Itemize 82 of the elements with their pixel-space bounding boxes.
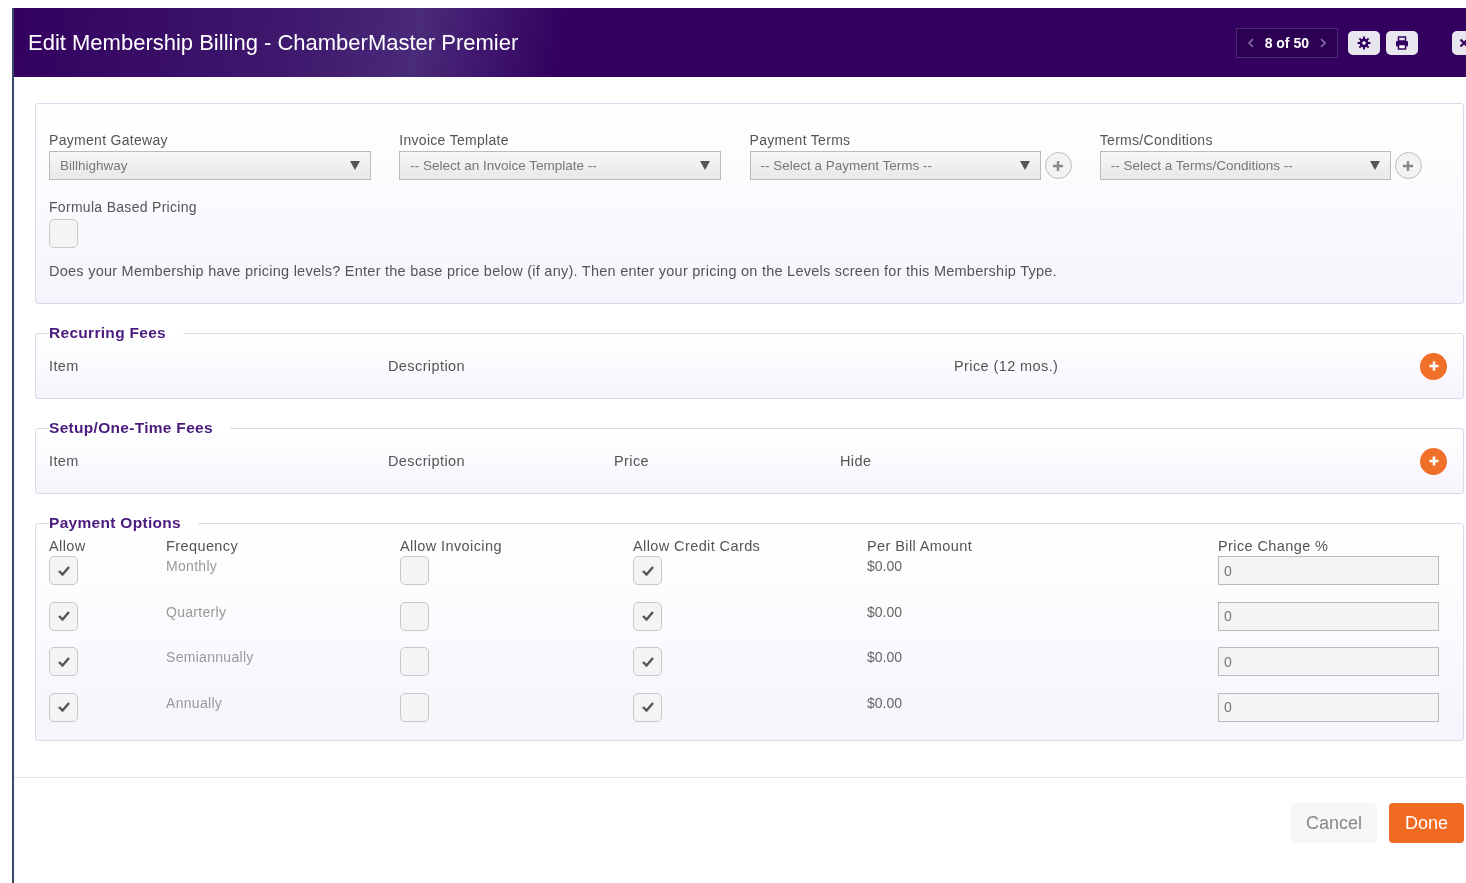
column-header: Allow Credit Cards (633, 537, 762, 556)
dropdown[interactable]: -- Select a Terms/Conditions -- (1099, 151, 1391, 180)
checkbox[interactable] (633, 601, 662, 631)
settings-button[interactable] (1348, 30, 1380, 55)
field-label: Payment Gateway (49, 132, 169, 148)
chevron-right-icon[interactable] (1319, 37, 1327, 48)
dropdown-arrow-icon (350, 161, 360, 170)
cancel-button[interactable]: Cancel (1290, 803, 1377, 843)
checkbox[interactable] (633, 556, 662, 585)
settings-icon (1357, 35, 1371, 50)
add-button[interactable] (1420, 352, 1447, 380)
amount-text: $0.00 (867, 649, 903, 665)
field-label: Formula Based Pricing (49, 199, 198, 215)
checkbox[interactable] (400, 601, 429, 631)
checkbox[interactable] (49, 692, 78, 722)
amount-text: $0.00 (867, 558, 903, 574)
field-label: Payment Terms (749, 132, 852, 148)
column-header: Hide (840, 453, 873, 469)
checkbox[interactable] (400, 692, 429, 722)
dropdown[interactable]: -- Select a Payment Terms -- (749, 151, 1041, 180)
column-header: Price (614, 453, 651, 469)
input-field[interactable]: 0 (1218, 647, 1439, 676)
pager-count: 8 of 50 (1264, 34, 1309, 51)
frequency-text: Monthly (166, 558, 218, 574)
section-title: Payment Options (49, 514, 182, 532)
plus-icon (1402, 159, 1415, 172)
check-icon (56, 610, 71, 622)
checkbox[interactable] (633, 692, 662, 722)
section-title: Recurring Fees (49, 324, 168, 342)
modal-title: Edit Membership Billing - ChamberMaster Premier (28, 29, 519, 56)
done-button[interactable]: Done (1388, 803, 1464, 843)
checkbox[interactable] (49, 647, 78, 676)
column-header: Item (49, 358, 80, 374)
frequency-text: Quarterly (166, 603, 227, 620)
checkbox[interactable] (633, 647, 662, 676)
column-header: Description (388, 453, 466, 469)
dropdown[interactable]: -- Select an Invoice Template -- (399, 151, 722, 180)
column-header: Description (388, 358, 466, 374)
frequency-text: Annually (166, 694, 223, 711)
check-icon (56, 564, 71, 577)
help-text: Does your Membership have pricing levels? Enter the base price below (if any). Then enter your pricing on the Levels screen for this Membership Type. (49, 263, 1058, 279)
section-title: Setup/One-Time Fees (49, 419, 214, 437)
check-icon (640, 701, 655, 713)
checkbox[interactable] (400, 647, 429, 676)
column-header: Frequency (166, 537, 240, 556)
add-button[interactable] (1420, 447, 1447, 475)
field-label: Invoice Template (399, 132, 510, 148)
column-header: Per Bill Amount (867, 537, 974, 556)
plus-icon (1427, 360, 1440, 372)
print-button[interactable] (1386, 30, 1418, 55)
column-header: Allow (49, 537, 87, 556)
amount-text: $0.00 (867, 603, 903, 620)
column-header: Price Change % (1218, 537, 1330, 556)
check-icon (56, 655, 71, 668)
checkbox[interactable] (49, 219, 78, 248)
dropdown-arrow-icon (1369, 161, 1380, 170)
dropdown-arrow-icon (1019, 161, 1030, 170)
check-icon (56, 701, 71, 713)
chevron-left-icon[interactable] (1246, 37, 1255, 48)
dropdown-arrow-icon (700, 161, 711, 170)
add-button[interactable] (1044, 152, 1072, 179)
column-header: Allow Invoicing (400, 537, 503, 556)
amount-text: $0.00 (867, 694, 903, 711)
add-button[interactable] (1394, 152, 1422, 179)
frequency-text: Semiannually (166, 649, 254, 665)
plus-icon (1427, 455, 1440, 467)
column-header: Item (49, 453, 80, 469)
checkbox[interactable] (400, 556, 429, 585)
check-icon (640, 564, 655, 577)
checkbox[interactable] (49, 556, 78, 585)
check-icon (640, 655, 655, 668)
dropdown[interactable]: Billhighway (49, 151, 371, 180)
field-label: Terms/Conditions (1099, 132, 1214, 148)
close-icon (1459, 37, 1466, 48)
printer-icon (1395, 35, 1409, 50)
input-field[interactable]: 0 (1218, 692, 1439, 722)
input-field[interactable]: 0 (1218, 601, 1439, 631)
column-header: Price (12 mos.) (954, 358, 1060, 374)
checkbox[interactable] (49, 601, 78, 631)
check-icon (640, 610, 655, 622)
plus-icon (1052, 159, 1064, 172)
input-field[interactable]: 0 (1218, 556, 1439, 585)
